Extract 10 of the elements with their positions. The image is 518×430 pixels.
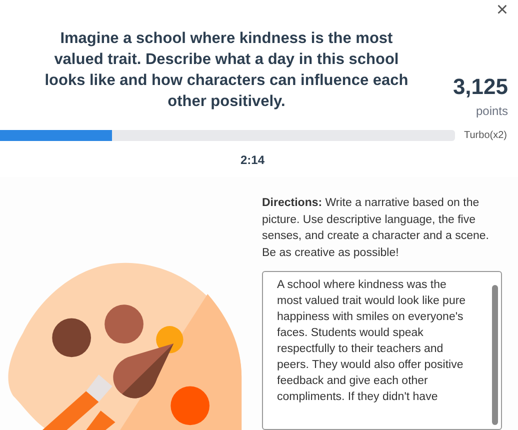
answer-text: A school where kindness was the most valued trait would look like pure happiness with smiles on everyone's faces. Students would speak respectfully to their teachers and peers. They would also offer positive feedback and give each other compliments. If they didn't have [277,278,467,405]
scrollbar[interactable] [492,285,498,425]
close-button[interactable]: × [496,0,508,20]
prompt-title: Imagine a school where kindness is the most valued trait. Describe what a day in this school looks like and how characters can influence each other positively. [44,29,410,112]
turbo-label: Turbo(x2) [464,129,507,143]
directions-text: Directions: Write a narrative based on the picture. Use descriptive language, the five senses, and create a character and a scene. Be as creative as possible! [262,196,490,260]
timer: 2:14 [240,152,265,169]
score-value: 3,125 [452,74,508,100]
answer-box[interactable] [262,271,502,430]
score-unit: points [476,103,508,120]
